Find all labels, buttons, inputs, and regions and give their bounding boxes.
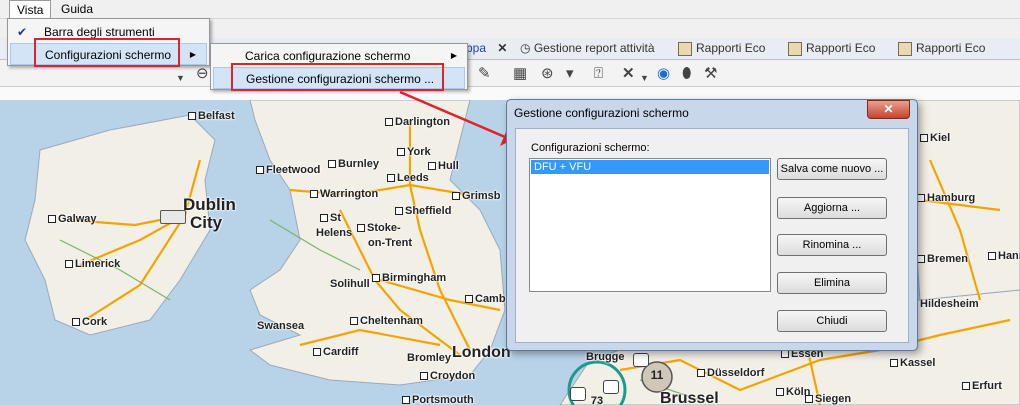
menu-guida[interactable]: Guida bbox=[54, 0, 100, 19]
city-cambridge: Camb bbox=[465, 293, 506, 305]
city-hamburg: Hamburg bbox=[917, 192, 975, 204]
dropdown-arrow-icon[interactable]: ▼ bbox=[176, 70, 185, 86]
close-icon[interactable]: ✕ bbox=[497, 41, 507, 55]
filter-icon[interactable]: ▾ bbox=[566, 66, 574, 82]
update-button[interactable]: Aggiorna ... bbox=[777, 197, 887, 219]
tab-map-label: ppa bbox=[466, 41, 487, 55]
close-icon: ✕ bbox=[883, 102, 894, 116]
highlight-box bbox=[34, 38, 180, 67]
help-icon[interactable]: ⍰ bbox=[594, 66, 603, 82]
city-brussel: Brussel bbox=[660, 390, 719, 405]
close-dialog-button[interactable]: Chiudi bbox=[777, 310, 887, 332]
city-bromley: Bromley bbox=[407, 352, 452, 364]
close-button[interactable]: ✕ bbox=[867, 100, 910, 119]
edit-icon[interactable]: ✎ bbox=[478, 66, 491, 82]
city-swansea: Swansea bbox=[257, 320, 305, 332]
city-london: London bbox=[452, 344, 511, 361]
city-hildesheim: Hildesheim bbox=[920, 298, 979, 310]
city-sheffield: Sheffield bbox=[395, 205, 451, 217]
city-bremen: Bremen bbox=[917, 253, 968, 265]
save-as-new-button[interactable]: Salva come nuovo ... bbox=[777, 158, 887, 180]
city-on-trent: on-Trent bbox=[368, 237, 412, 249]
city-st: St bbox=[320, 212, 341, 224]
tab-eco-3-label: Rapporti Eco bbox=[916, 41, 986, 55]
submenu-arrow-icon: ▶ bbox=[189, 50, 196, 59]
city-galway: Galway bbox=[48, 213, 97, 225]
rename-button[interactable]: Rinomina ... bbox=[777, 234, 887, 256]
city-darlington: Darlington bbox=[385, 116, 450, 128]
city-cardiff: Cardiff bbox=[313, 346, 358, 358]
city-hannover: Hannover bbox=[988, 250, 1020, 262]
city-siegen: Siegen bbox=[805, 393, 851, 405]
truck-marker-icon[interactable] bbox=[570, 387, 586, 401]
city-hull: Hull bbox=[428, 160, 459, 172]
truck-marker-icon[interactable] bbox=[633, 353, 649, 367]
route-icon[interactable]: ⬮ bbox=[682, 66, 691, 82]
city-dublin-city: City bbox=[190, 213, 223, 232]
truck-marker-icon[interactable] bbox=[160, 210, 186, 224]
checkmark-icon: ✔ bbox=[17, 25, 28, 39]
city-belfast: Belfast bbox=[188, 110, 235, 122]
city-cork: Cork bbox=[72, 316, 107, 328]
tool-icon[interactable]: ⚒ bbox=[704, 66, 717, 82]
city-dublin: Dublin bbox=[183, 195, 236, 214]
gestione-dialog: Gestione configurazioni schermo ✕ Config… bbox=[506, 99, 918, 351]
zoom-icon[interactable]: ⊖ bbox=[196, 66, 209, 82]
city-grimsby: Grimsb bbox=[452, 190, 501, 202]
submenu-arrow-icon: ▶ bbox=[450, 51, 457, 60]
city-fleetwood: Fleetwood bbox=[256, 164, 320, 176]
city-dusseldorf: Düsseldorf bbox=[697, 367, 764, 379]
tab-eco-1-label: Rapporti Eco bbox=[696, 41, 766, 55]
configurations-label: Configurazioni schermo: bbox=[531, 142, 650, 154]
cluster-marker[interactable]: 73 bbox=[582, 395, 612, 405]
city-burnley: Burnley bbox=[328, 158, 379, 170]
delete-button[interactable]: Elimina bbox=[777, 272, 887, 294]
truck-marker-icon[interactable] bbox=[603, 380, 619, 394]
dialog-title: Gestione configurazioni schermo bbox=[514, 106, 689, 120]
tab-eco-2-label: Rapporti Eco bbox=[806, 41, 876, 55]
dropdown-arrow-icon[interactable]: ▼ bbox=[640, 70, 649, 86]
tab-report-label: Gestione report attività bbox=[533, 41, 655, 55]
tab-eco-1[interactable]: Rapporti Eco bbox=[672, 39, 765, 60]
city-croydon: Croydon bbox=[420, 370, 475, 382]
tab-eco-2[interactable]: Rapporti Eco bbox=[782, 39, 875, 60]
menu-bar: Vista Guida bbox=[0, 0, 1020, 19]
close-icon[interactable]: ✕ bbox=[622, 66, 635, 82]
map-icon[interactable]: ▦ bbox=[513, 66, 527, 82]
report-icon bbox=[898, 41, 912, 56]
cluster-marker[interactable]: 11 bbox=[642, 368, 672, 386]
report-icon bbox=[788, 41, 802, 56]
highlight-box bbox=[231, 63, 444, 91]
tab-report[interactable]: ◷ Gestione report attività bbox=[514, 39, 655, 60]
dialog-body: Configurazioni schermo: DFU + VFU Salva … bbox=[515, 128, 909, 343]
city-erfurt: Erfurt bbox=[962, 380, 1002, 392]
city-limerick: Limerick bbox=[65, 258, 120, 270]
list-item[interactable]: DFU + VFU bbox=[531, 160, 769, 174]
globe-icon[interactable]: ◉ bbox=[657, 66, 670, 82]
compass-icon[interactable]: ⊛ bbox=[541, 66, 554, 82]
report-icon bbox=[678, 41, 692, 56]
city-helens: Helens bbox=[316, 227, 353, 239]
city-stoke: Stoke- bbox=[357, 222, 401, 234]
tab-eco-3[interactable]: Rapporti Eco bbox=[892, 39, 985, 60]
city-kassel: Kassel bbox=[890, 357, 935, 369]
clock-icon: ◷ bbox=[520, 41, 531, 55]
city-birmingham: Birmingham bbox=[372, 272, 446, 284]
configurations-list[interactable]: DFU + VFU bbox=[529, 158, 771, 292]
menu-vista[interactable]: Vista bbox=[9, 0, 52, 19]
city-solihull: Solihull bbox=[330, 278, 370, 290]
city-york: York bbox=[397, 146, 431, 158]
city-brugge: Brugge bbox=[586, 351, 625, 363]
city-leeds: Leeds bbox=[387, 172, 429, 184]
city-kiel: Kiel bbox=[920, 132, 950, 144]
city-cheltenham: Cheltenham bbox=[350, 315, 423, 327]
city-warrington: Warrington bbox=[310, 188, 378, 200]
city-portsmouth: Portsmouth bbox=[402, 394, 474, 405]
